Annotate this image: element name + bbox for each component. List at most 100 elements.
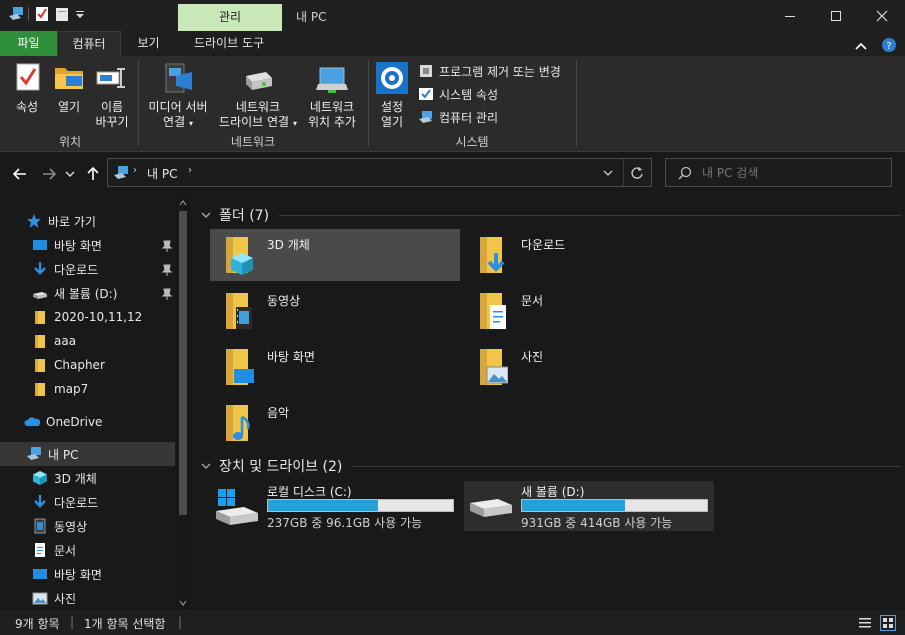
desktop-icon: [32, 566, 48, 582]
group-label-location: 위치: [58, 135, 82, 149]
nav-quick-access[interactable]: 바로 가기: [0, 209, 175, 233]
address-row: › 내 PC ›: [0, 153, 905, 195]
folder-icon: [32, 309, 48, 325]
nav-item-desktop[interactable]: 바탕 화면: [0, 562, 175, 586]
group-label-system: 시스템: [455, 135, 489, 149]
nav-item-desktop[interactable]: 바탕 화면: [0, 233, 175, 257]
minimize-button[interactable]: [767, 0, 813, 31]
chevron-down-icon: ▾: [188, 119, 193, 128]
new-folder-icon[interactable]: [55, 6, 69, 22]
pin-icon[interactable]: [162, 240, 172, 252]
drive-icon: [32, 285, 48, 301]
nav-item-downloads[interactable]: 다운로드: [0, 490, 175, 514]
address-history-dropdown-icon[interactable]: [603, 169, 613, 177]
pin-icon[interactable]: [162, 288, 172, 300]
drive-tile-c[interactable]: 로컬 디스크 (C:) 237GB 중 96.1GB 사용 가능: [210, 481, 460, 531]
scroll-up-icon[interactable]: [179, 200, 187, 206]
scroll-down-icon[interactable]: [179, 600, 187, 606]
add-network-location-button[interactable]: 네트워크 위치 추가: [302, 60, 362, 130]
qat-dropdown-icon[interactable]: [75, 6, 89, 22]
refresh-icon[interactable]: [630, 166, 644, 180]
nav-item-videos[interactable]: 동영상: [0, 514, 175, 538]
folder-tile-music[interactable]: 음악: [210, 397, 460, 449]
folder-tile-3d-objects[interactable]: 3D 개체: [210, 229, 460, 281]
picture-icon: [32, 590, 48, 606]
nav-item-folder[interactable]: Chapher: [0, 353, 175, 377]
music-folder-icon: [226, 405, 250, 441]
nav-scrollbar[interactable]: [176, 197, 190, 610]
nav-item-folder[interactable]: map7: [0, 377, 175, 401]
system-properties-icon: [419, 88, 433, 100]
cube-folder-icon: [226, 237, 253, 275]
drive-tile-d[interactable]: 새 볼륨 (D:) 931GB 중 414GB 사용 가능: [464, 481, 714, 531]
details-view-icon[interactable]: [858, 616, 872, 630]
properties-button[interactable]: 속성: [6, 60, 48, 130]
breadcrumb-this-pc[interactable]: 내 PC: [147, 165, 177, 182]
open-settings-button[interactable]: 설정 열기: [372, 60, 412, 130]
nav-item-folder[interactable]: 2020-10,11,12: [0, 305, 175, 329]
back-button[interactable]: [11, 165, 29, 183]
chevron-down-icon: [201, 212, 211, 218]
folder-tile-documents[interactable]: 문서: [464, 285, 714, 337]
tab-manage-context[interactable]: 관리: [178, 4, 282, 31]
folder-tile-pictures[interactable]: 사진: [464, 341, 714, 393]
open-folder-icon: [55, 68, 83, 89]
pc-icon: [26, 446, 42, 462]
search-box[interactable]: [665, 158, 892, 187]
collapse-ribbon-icon[interactable]: [855, 40, 867, 54]
help-icon[interactable]: ?: [881, 37, 897, 56]
download-arrow-icon: [32, 261, 48, 277]
drive-usage-fill: [522, 500, 625, 511]
open-button[interactable]: 열기: [50, 60, 88, 130]
close-button[interactable]: [859, 0, 905, 31]
search-input[interactable]: [702, 163, 882, 182]
large-icons-view-icon[interactable]: [880, 615, 896, 631]
address-bar[interactable]: › 내 PC ›: [107, 158, 652, 187]
nav-item-volume-d[interactable]: 새 볼륨 (D:): [0, 281, 175, 305]
gear-icon: [376, 62, 408, 94]
folder-tile-downloads[interactable]: 다운로드: [464, 229, 714, 281]
tab-view[interactable]: 보기: [121, 31, 176, 56]
recent-locations-button[interactable]: [64, 165, 76, 183]
media-server-icon: [165, 63, 192, 93]
nav-item-folder[interactable]: aaa: [0, 329, 175, 353]
section-folders[interactable]: 폴더 (7): [201, 205, 901, 225]
system-properties-button[interactable]: 시스템 속성: [418, 85, 498, 103]
nav-item-downloads[interactable]: 다운로드: [0, 257, 175, 281]
pc-app-icon: [8, 6, 23, 22]
nav-item-3d-objects[interactable]: 3D 개체: [0, 466, 175, 490]
nav-this-pc[interactable]: 내 PC: [0, 442, 175, 466]
desktop-folder-icon: [226, 349, 254, 385]
windows-drive-icon: [216, 489, 258, 525]
scrollbar-thumb[interactable]: [179, 211, 187, 515]
rename-button[interactable]: 이름 바꾸기: [90, 60, 134, 130]
maximize-button[interactable]: [813, 0, 859, 31]
video-icon: [32, 518, 48, 534]
tab-file[interactable]: 파일: [0, 31, 57, 56]
breadcrumb-separator-icon: ›: [188, 165, 192, 176]
download-arrow-icon: [32, 494, 48, 510]
tab-computer[interactable]: 컴퓨터: [57, 31, 121, 56]
pin-icon[interactable]: [162, 264, 172, 276]
computer-management-button[interactable]: 컴퓨터 관리: [418, 108, 498, 126]
nav-onedrive[interactable]: OneDrive: [0, 410, 175, 434]
folder-tile-desktop[interactable]: 바탕 화면: [210, 341, 460, 393]
drive-usage-fill: [268, 500, 379, 511]
video-folder-icon: [226, 293, 252, 329]
uninstall-icon: [420, 65, 432, 77]
forward-arrow-icon: [43, 168, 56, 180]
uninstall-program-button[interactable]: 프로그램 제거 또는 변경: [418, 62, 561, 80]
section-devices-drives[interactable]: 장치 및 드라이브 (2): [201, 456, 901, 476]
nav-item-documents[interactable]: 문서: [0, 538, 175, 562]
properties-icon[interactable]: [35, 6, 49, 22]
tab-drive-tools[interactable]: 드라이브 도구: [176, 31, 282, 56]
media-server-button[interactable]: 미디어 서버 연결 ▾: [142, 60, 214, 130]
nav-item-pictures[interactable]: 사진: [0, 586, 175, 610]
forward-button[interactable]: [40, 165, 58, 183]
drive-icon: [470, 499, 512, 517]
chevron-down-icon: [65, 171, 75, 177]
folder-tile-videos[interactable]: 동영상: [210, 285, 460, 337]
star-icon: [26, 213, 42, 229]
map-network-drive-button[interactable]: 네트워크 드라이브 연결 ▾: [214, 60, 302, 130]
up-button[interactable]: [84, 165, 102, 183]
